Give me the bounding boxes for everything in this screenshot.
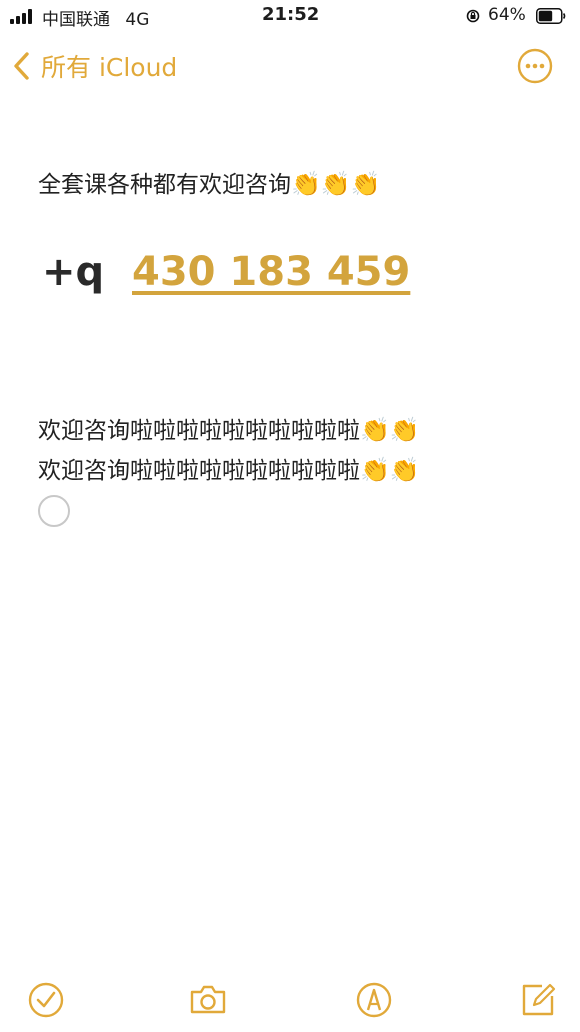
compose-icon[interactable]	[516, 978, 560, 1022]
network-type: 4G	[125, 10, 150, 30]
carrier-label: 中国联通 4G	[42, 5, 149, 30]
note-line-1: 全套课各种都有欢迎咨询👏👏👏	[38, 165, 381, 199]
battery-icon	[536, 8, 566, 24]
more-options-icon[interactable]	[517, 48, 553, 84]
clapping-hands-emoji: 👏👏👏	[291, 170, 381, 198]
back-label: 所有 iCloud	[41, 53, 178, 82]
orientation-lock-icon	[466, 9, 480, 23]
checklist-item-checkbox[interactable]	[38, 495, 70, 527]
contact-number-link[interactable]: 430 183 459	[132, 249, 410, 295]
note-line-4: 欢迎咨询啦啦啦啦啦啦啦啦啦啦👏👏	[38, 451, 420, 485]
contact-prefix: +q	[42, 249, 105, 295]
chevron-left-icon	[14, 52, 29, 80]
clapping-hands-emoji: 👏👏	[360, 456, 420, 484]
clock: 21:52	[262, 4, 320, 25]
note-line-4-text: 欢迎咨询啦啦啦啦啦啦啦啦啦啦	[38, 458, 360, 484]
battery-percentage: 64%	[488, 5, 526, 25]
markup-icon[interactable]	[352, 978, 396, 1022]
status-bar: 中国联通 4G 21:52 64%	[0, 0, 580, 34]
note-line-1-text: 全套课各种都有欢迎咨询	[38, 172, 291, 198]
contact-row: +q 430 183 459	[42, 245, 462, 305]
clapping-hands-emoji: 👏👏	[360, 416, 420, 444]
signal-strength-icon	[10, 9, 36, 24]
carrier-name: 中国联通	[42, 10, 110, 30]
checklist-icon[interactable]	[24, 978, 68, 1022]
camera-icon[interactable]	[186, 978, 230, 1022]
back-button[interactable]: 所有 iCloud	[12, 50, 177, 82]
note-line-3-text: 欢迎咨询啦啦啦啦啦啦啦啦啦啦	[38, 418, 360, 444]
note-line-3: 欢迎咨询啦啦啦啦啦啦啦啦啦啦👏👏	[38, 411, 420, 445]
bottom-toolbar	[0, 978, 580, 1028]
